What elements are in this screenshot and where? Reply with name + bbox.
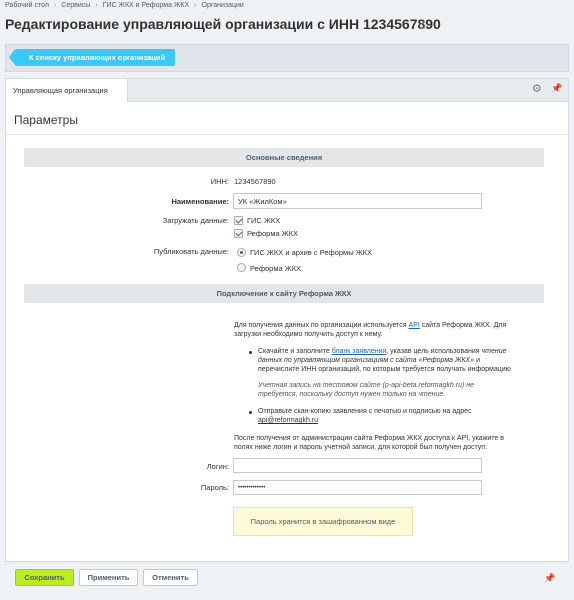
- application-form-link[interactable]: бланк заявления: [332, 348, 387, 355]
- load-reforma-checkbox[interactable]: [234, 229, 243, 238]
- pin-icon[interactable]: 📌: [551, 83, 562, 94]
- load-data-label: Загружать данные:: [162, 216, 229, 225]
- breadcrumb-item[interactable]: Организации: [202, 2, 244, 9]
- load-gis-label: ГИС ЖКХ: [247, 216, 281, 225]
- connection-intro-2: загрузки необходимо получить доступ к не…: [234, 331, 383, 338]
- publish-data-label: Публиковать данные:: [153, 247, 229, 256]
- load-gis-checkbox[interactable]: [234, 216, 243, 225]
- breadcrumb-item[interactable]: Сервисы: [61, 2, 90, 9]
- page-title: Редактирование управляющей организации с…: [5, 16, 441, 32]
- publish-gis-label: ГИС ЖКХ и архив с Реформы ЖКХ: [250, 248, 372, 257]
- login-label: Логин:: [206, 462, 229, 471]
- publish-reforma-label: Реформа ЖКХ: [250, 264, 302, 273]
- login-input[interactable]: [233, 458, 482, 473]
- publish-gis-radio[interactable]: [237, 248, 246, 257]
- after-access-line-2: полях ниже логин и пароль учетной записи…: [234, 444, 488, 451]
- breadcrumb: Рабочий стол › Сервисы › ГИС ЖКХ и Реформа Ж…: [5, 2, 244, 9]
- inn-value: 1234567890: [234, 177, 276, 186]
- apply-button[interactable]: Применить: [79, 569, 138, 586]
- password-input[interactable]: [233, 480, 482, 495]
- step-1-line-3: перечислите ИНН организаций, по которым …: [258, 366, 511, 373]
- name-label: Наименование:: [171, 197, 229, 206]
- section-title: Параметры: [14, 113, 78, 127]
- divider: [5, 134, 569, 135]
- api-email-link[interactable]: api@reformagkh.ru: [258, 416, 318, 426]
- bullet: [249, 351, 252, 354]
- cancel-button[interactable]: Отменить: [143, 569, 198, 586]
- inn-label: ИНН:: [210, 177, 229, 186]
- breadcrumb-item[interactable]: ГИС ЖКХ и Реформа ЖКХ: [103, 2, 190, 9]
- name-input[interactable]: [233, 193, 482, 209]
- tab-management-organization[interactable]: Управляющая организация: [5, 78, 128, 103]
- step-1-note-2: требуется, поскольку доступ нужен только…: [258, 391, 446, 398]
- password-label: Пароль:: [200, 483, 229, 492]
- back-to-list-button[interactable]: К списку управляющих организаций: [8, 49, 176, 66]
- breadcrumb-item[interactable]: Рабочий стол: [5, 2, 49, 9]
- bullet: [249, 411, 252, 414]
- publish-reforma-radio[interactable]: [237, 263, 246, 272]
- pin-icon[interactable]: 📌: [544, 573, 555, 584]
- api-link[interactable]: API: [409, 322, 420, 329]
- connection-heading: Подключение к сайту Реформа ЖКХ: [24, 284, 544, 303]
- star-icon[interactable]: ☆: [417, 18, 429, 34]
- basic-info-heading: Основные сведения: [24, 148, 544, 167]
- load-reforma-label: Реформа ЖКХ: [247, 229, 299, 238]
- password-encrypted-note: Пароль хранится в зашифрованном виде: [233, 507, 413, 536]
- save-button[interactable]: Сохранить: [15, 569, 74, 586]
- gear-icon[interactable]: ⚙: [532, 82, 542, 95]
